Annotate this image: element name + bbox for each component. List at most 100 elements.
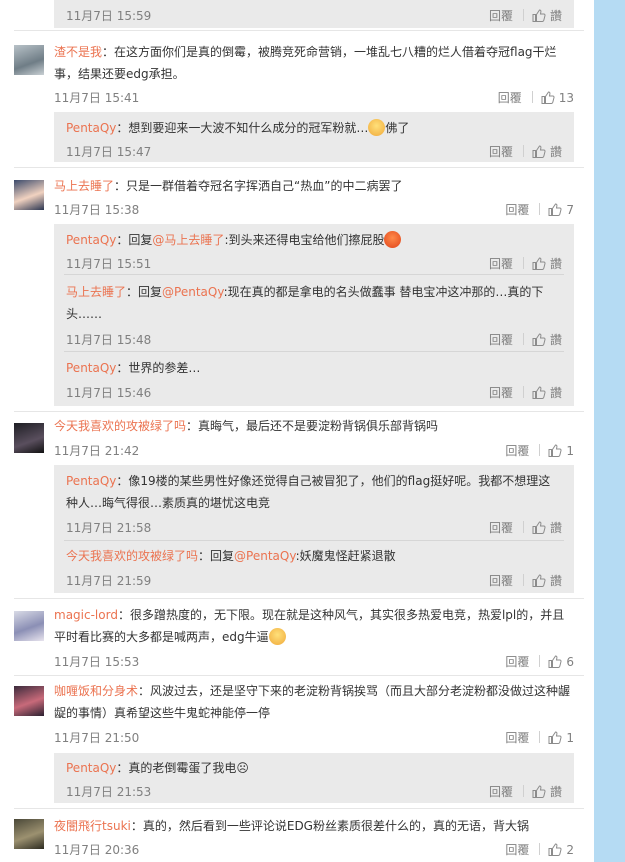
sad-face-emoji — [368, 119, 386, 136]
tongue-face-emoji — [268, 628, 286, 645]
comment-actions: 回覆 1 — [505, 442, 574, 460]
username[interactable]: magic-lord — [54, 608, 118, 622]
like-label[interactable]: 讚 — [550, 9, 562, 23]
reply-button[interactable]: 回覆 — [489, 785, 513, 799]
comment-body: ：只是一群借着夺冠名字挥洒自己“热血”的中二病罢了 — [114, 179, 403, 193]
reply-button[interactable]: 回覆 — [489, 521, 513, 535]
divider — [14, 808, 584, 809]
username[interactable]: 马上去睡了 — [54, 179, 114, 193]
like-label[interactable]: 讚 — [550, 521, 562, 535]
username[interactable]: 咖喱饭和分身术 — [54, 684, 138, 698]
comment-date: 11月7日 15:41 — [54, 91, 140, 105]
comment-date: 11月7日 15:53 — [54, 655, 140, 669]
sub-reply-text: PentaQy：回复@马上去睡了:到头来还得电宝给他们擦屁股 — [66, 229, 562, 251]
reply-body-end: 佛了 — [385, 121, 410, 135]
like-label[interactable]: 讚 — [550, 145, 562, 159]
thumbs-up-icon[interactable] — [532, 386, 546, 402]
thumbs-up-icon[interactable] — [548, 655, 562, 671]
reply-button[interactable]: 回覆 — [505, 655, 529, 669]
username[interactable]: 渣不是我 — [54, 45, 102, 59]
reply-button[interactable]: 回覆 — [489, 257, 513, 271]
like-label[interactable]: 讚 — [550, 257, 562, 271]
divider — [64, 540, 564, 541]
avatar[interactable] — [14, 686, 44, 716]
like-label[interactable]: 讚 — [550, 574, 562, 588]
avatar[interactable] — [14, 611, 44, 641]
mention-link[interactable]: @PentaQy — [162, 285, 224, 299]
comment-date: 11月7日 20:36 — [54, 843, 140, 857]
thumbs-up-icon[interactable] — [532, 9, 546, 25]
thumbs-up-icon[interactable] — [532, 145, 546, 161]
comment-text: 夜闇飛行tsuki：真的，然后看到一些评论说EDG粉丝素质很差什么的，真的无语，… — [54, 815, 576, 837]
reply-button[interactable]: 回覆 — [489, 333, 513, 347]
thumbs-up-icon[interactable] — [532, 574, 546, 590]
mention-link[interactable]: @马上去睡了 — [152, 233, 224, 247]
sub-reply-text: 马上去睡了：回复@PentaQy:现在真的都是拿电的名头做蠢事 替电宝冲这冲那的… — [66, 281, 562, 325]
reply-actions: 回覆 讚 — [489, 255, 562, 273]
thumbs-up-icon[interactable] — [548, 444, 562, 460]
reply-button[interactable]: 回覆 — [498, 91, 522, 105]
like-label[interactable]: 讚 — [550, 386, 562, 400]
username[interactable]: PentaQy — [66, 233, 116, 247]
avatar[interactable] — [14, 423, 44, 453]
angry-face-emoji — [384, 231, 402, 248]
reply-date: 11月7日 15:46 — [66, 386, 152, 400]
username[interactable]: 今天我喜欢的攻被绿了吗 — [54, 419, 186, 433]
reply-date: 11月7日 21:53 — [66, 785, 152, 799]
sub-reply-text: PentaQy：像19楼的某些男性好像还觉得自己被冒犯了，他们的flag挺好呢。… — [66, 470, 562, 514]
avatar[interactable] — [14, 45, 44, 75]
reply-prefix: ：回复 — [198, 549, 235, 563]
reply-button[interactable]: 回覆 — [489, 386, 513, 400]
mention-link[interactable]: @PentaQy — [234, 549, 296, 563]
thumbs-up-icon[interactable] — [548, 731, 562, 747]
comment-text: 渣不是我：在这方面你们是真的倒霉，被腾竞死命营销，一堆乱七八糟的烂人借着夺冠fl… — [54, 41, 576, 85]
username[interactable]: 马上去睡了 — [66, 285, 126, 299]
reply-button[interactable]: 回覆 — [505, 731, 529, 745]
sub-reply-text: 今天我喜欢的攻被绿了吗：回复@PentaQy:妖魔鬼怪赶紧退散 — [66, 545, 562, 567]
reply-prefix: ：回复 — [116, 233, 153, 247]
reply-body: ：像19楼的某些男性好像还觉得自己被冒犯了，他们的flag挺好呢。我都不想理这种… — [66, 474, 551, 510]
username[interactable]: PentaQy — [66, 361, 116, 375]
reply-actions: 回覆 讚 — [489, 572, 562, 590]
divider — [14, 598, 584, 599]
thumbs-up-icon[interactable] — [532, 785, 546, 801]
like-label[interactable]: 讚 — [550, 785, 562, 799]
like-count: 6 — [566, 655, 574, 669]
sub-reply-text: PentaQy：想到要迎来一大波不知什么成分的冠军粉就… 佛了 — [66, 117, 562, 139]
thumbs-up-icon[interactable] — [548, 843, 562, 859]
reply-date: 11月7日 15:51 — [66, 257, 152, 271]
sidebar-strip — [594, 0, 625, 862]
username[interactable]: PentaQy — [66, 121, 116, 135]
like-label[interactable]: 讚 — [550, 333, 562, 347]
reply-button[interactable]: 回覆 — [505, 203, 529, 217]
username[interactable]: 夜闇飛行tsuki — [54, 819, 131, 833]
like-count: 7 — [566, 203, 574, 217]
username[interactable]: PentaQy — [66, 761, 116, 775]
username[interactable]: 今天我喜欢的攻被绿了吗 — [66, 549, 198, 563]
avatar[interactable] — [14, 180, 44, 210]
reply-button[interactable]: 回覆 — [489, 574, 513, 588]
comment-date: 11月7日 15:38 — [54, 203, 140, 217]
comment-body: ：在这方面你们是真的倒霉，被腾竞死命营销，一堆乱七八糟的烂人借着夺冠flag干烂… — [54, 45, 557, 81]
reply-date: 11月7日 15:47 — [66, 145, 152, 159]
reply-button[interactable]: 回覆 — [489, 145, 513, 159]
reply-body: ：真的老倒霉蛋了我电☹ — [116, 761, 249, 775]
comment-body: ：很多蹭热度的，无下限。现在就是这种风气，其实很多热爱电竞，热爱lpl的，并且平… — [54, 608, 565, 644]
thumbs-up-icon[interactable] — [532, 521, 546, 537]
comment-body: ：真的，然后看到一些评论说EDG粉丝素质很差什么的，真的无语，背大锅 — [130, 819, 529, 833]
thumbs-up-icon[interactable] — [532, 257, 546, 273]
username[interactable]: PentaQy — [66, 474, 116, 488]
thumbs-up-icon[interactable] — [548, 203, 562, 219]
thumbs-up-icon[interactable] — [532, 333, 546, 349]
reply-button[interactable]: 回覆 — [505, 843, 529, 857]
divider — [14, 167, 584, 168]
reply-button[interactable]: 回覆 — [505, 444, 529, 458]
comment-list: 11月7日 15:59 回覆讚 渣不是我：在这方面你们是真的倒霉，被腾竞死命营销… — [0, 0, 594, 862]
avatar[interactable] — [14, 819, 44, 849]
reply-date: 11月7日 21:58 — [66, 521, 152, 535]
reply-button[interactable]: 回覆 — [489, 9, 513, 23]
thumbs-up-icon[interactable] — [541, 91, 555, 107]
comment-text: 马上去睡了：只是一群借着夺冠名字挥洒自己“热血”的中二病罢了 — [54, 175, 576, 197]
like-count: 1 — [566, 731, 574, 745]
divider — [64, 351, 564, 352]
